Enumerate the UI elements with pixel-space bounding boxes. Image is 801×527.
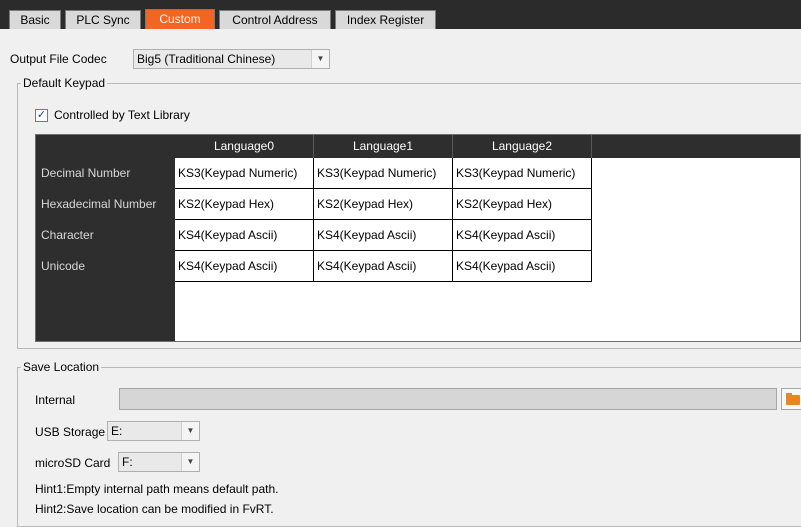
folder-icon [786, 395, 800, 405]
chevron-down-icon[interactable]: ▼ [181, 422, 199, 440]
tab-custom[interactable]: Custom [145, 9, 215, 29]
grid-cell[interactable]: KS2(Keypad Hex) [453, 189, 592, 220]
grid-row-header[interactable]: Decimal Number [36, 158, 175, 189]
grid-cell[interactable]: KS3(Keypad Numeric) [453, 158, 592, 189]
hint-text-2: Hint2:Save location can be modified in F… [35, 502, 274, 516]
grid-row-header[interactable]: Unicode [36, 251, 175, 282]
tab-index-register[interactable]: Index Register [335, 10, 436, 29]
grid-header-language1[interactable]: Language1 [314, 135, 453, 158]
grid-row-header[interactable]: Hexadecimal Number [36, 189, 175, 220]
grid-header-language2[interactable]: Language2 [453, 135, 592, 158]
grid-cell[interactable]: KS2(Keypad Hex) [175, 189, 314, 220]
tab-plc-sync[interactable]: PLC Sync [65, 10, 141, 29]
tab-basic[interactable]: Basic [9, 10, 61, 29]
text-library-label: Controlled by Text Library [54, 108, 190, 122]
browse-folder-button[interactable] [781, 388, 801, 410]
grid-cell[interactable]: KS4(Keypad Ascii) [453, 220, 592, 251]
grid-cell[interactable]: KS3(Keypad Numeric) [314, 158, 453, 189]
default-keypad-title: Default Keypad [21, 76, 108, 90]
microsd-select[interactable]: F: ▼ [118, 452, 200, 472]
usb-storage-label: USB Storage [35, 425, 106, 439]
microsd-value: F: [122, 455, 133, 469]
codec-value: Big5 (Traditional Chinese) [137, 52, 276, 66]
check-icon: ✓ [36, 109, 47, 121]
hint-text-1: Hint1:Empty internal path means default … [35, 482, 279, 496]
grid-cell[interactable]: KS4(Keypad Ascii) [314, 220, 453, 251]
grid-cell[interactable]: KS4(Keypad Ascii) [175, 220, 314, 251]
codec-label: Output File Codec [10, 52, 107, 66]
chevron-down-icon[interactable]: ▼ [311, 50, 329, 68]
text-library-checkbox[interactable]: ✓ [35, 109, 48, 122]
grid-row-header[interactable]: Character [36, 220, 175, 251]
grid-header-language0[interactable]: Language0 [175, 135, 314, 158]
save-location-title: Save Location [21, 360, 102, 374]
usb-storage-value: E: [111, 424, 123, 438]
usb-storage-select[interactable]: E: ▼ [107, 421, 200, 441]
grid-cell[interactable]: KS4(Keypad Ascii) [175, 251, 314, 282]
grid-cell[interactable]: KS4(Keypad Ascii) [453, 251, 592, 282]
codec-select[interactable]: Big5 (Traditional Chinese) ▼ [133, 49, 330, 69]
grid-cell[interactable]: KS4(Keypad Ascii) [314, 251, 453, 282]
internal-path-field[interactable] [119, 388, 777, 410]
tab-control-address[interactable]: Control Address [219, 10, 331, 29]
internal-label: Internal [35, 393, 76, 407]
chevron-down-icon[interactable]: ▼ [181, 453, 199, 471]
grid-cell[interactable]: KS2(Keypad Hex) [314, 189, 453, 220]
tab-strip: Basic PLC Sync Custom Control Address In… [0, 0, 801, 29]
microsd-label: microSD Card [35, 456, 111, 470]
keypad-grid: Language0 Language1 Language2 Decimal Nu… [35, 134, 801, 342]
grid-cell[interactable]: KS3(Keypad Numeric) [175, 158, 314, 189]
grid-header-filler [592, 135, 800, 158]
